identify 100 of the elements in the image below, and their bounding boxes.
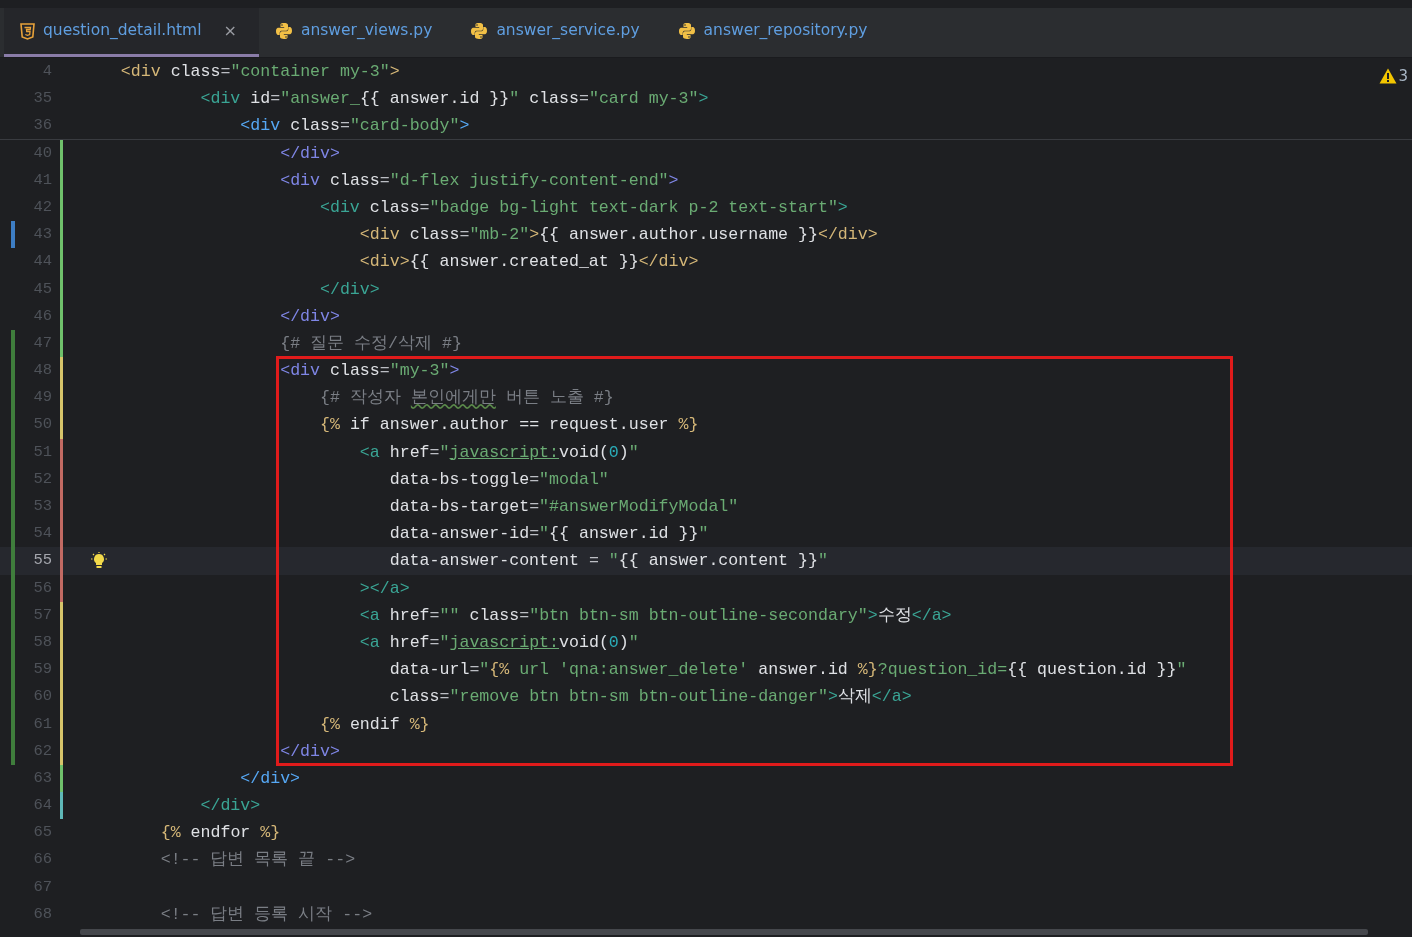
code-token: = [529,469,540,489]
code-token: = [459,225,470,245]
code-token: = [379,361,390,381]
code-token: {{ question.id }} [1007,660,1177,680]
code-token: <div [280,170,320,190]
code-token: 0 [608,632,619,652]
code-token: " [539,524,550,544]
code-token: "d-flex justify-content-end" [389,170,669,190]
code-token: href [389,632,430,652]
code-token: "my-3" [389,361,450,381]
code-token: href [389,442,430,462]
code-token: " [439,632,450,652]
code-token: class [170,62,221,81]
file-tab[interactable]: answer_repository.py [661,8,890,57]
code-token: {{ answer.id }} [359,89,510,109]
code-token: " [509,89,520,109]
code-token: = [579,89,589,109]
lightbulb-icon[interactable] [90,552,108,571]
code-token: {% [489,660,510,680]
code-token: = [529,524,540,544]
code-token: "mb-2" [469,225,530,245]
code-token: = [529,497,540,516]
code-token: > [389,62,400,81]
code-token: ></a> [359,578,410,598]
code-token: </a> [911,605,952,625]
code-token: data-bs-target [389,497,530,516]
code-token: "#answerModifyModal" [539,497,739,516]
code-token: = [519,605,530,625]
code-token: = [429,442,440,462]
horizontal-scrollbar[interactable] [80,929,1368,935]
close-icon[interactable]: × [223,19,237,43]
code-token: </div> [320,279,380,299]
code-token: class [389,687,440,707]
code-token: 삭제 [837,687,872,707]
code-token: </a> [871,687,912,707]
code-token: " [817,551,828,571]
warning-count[interactable]: 3 [1398,65,1408,88]
code-token: "" [439,605,460,625]
code-token: %} [678,415,699,435]
code-token: class [529,89,579,109]
code-token: class [469,605,520,625]
html-file-icon [20,22,35,40]
code-token: </div> [280,741,340,761]
code-token: <!-- 답변 등록 시작 --> [160,904,373,924]
code-token: > [827,687,838,707]
file-tab[interactable]: answer_service.py [454,8,662,57]
code-token: = [439,687,450,707]
code-token: <div [280,361,320,381]
code-token: </div> [280,306,340,326]
code-token: " [608,551,619,571]
code-token: {% [320,714,340,734]
code-token: 0 [608,442,619,462]
code-token: "remove btn btn-sm btn-outline-danger" [449,687,828,707]
code-token: = [379,170,390,190]
code-token: %} [260,823,281,843]
code-token: "card my-3" [588,89,699,109]
line-number: 55 [32,550,52,572]
code-token: <div [240,116,281,136]
code-token: " [439,442,450,462]
code-token: "card-body" [349,116,460,136]
code-token: > [837,197,848,217]
code-token: > [459,116,470,136]
file-tab[interactable]: question_detail.html × [4,8,259,57]
code-token: <div [200,89,241,109]
code-token: "badge bg-light text-dark p-2 text-start" [429,197,838,217]
code-token: = [429,605,440,625]
code-token: </div> [280,143,340,163]
code-token: = [469,660,480,680]
code-token: " [479,660,490,680]
code-token: {# 질문 수정/삭제 #} [280,333,462,353]
code-token: "answer_ [280,89,360,109]
code-token: endif [349,714,401,734]
code-token: <div [320,197,360,217]
code-token: {{ answer.id }} [549,524,699,544]
code-token: "btn btn-sm btn-outline-secondary" [529,605,868,625]
code-token: = [419,197,430,217]
code-token: class [330,361,380,381]
code-token: href [389,605,430,625]
code-token: data-answer-id [389,524,530,544]
warning-icon[interactable] [1379,68,1398,85]
code-token: answer.id [758,660,849,680]
code-token: > [698,89,709,109]
file-tab[interactable]: answer_views.py [258,8,455,57]
code-token: %} [409,714,430,734]
code-token: > [529,225,540,245]
code-token: class [369,197,420,217]
code-token: <a [359,632,380,652]
code-token: " [628,442,639,462]
code-token: void( [559,632,609,652]
code-token: data-answer-content [389,551,579,571]
code-token: <!-- 답변 목록 끝 --> [160,850,356,870]
code-token: class [330,170,380,190]
code-token: data-url [389,660,470,680]
code-token: {{ answer.author.username }} [539,225,818,245]
code-token: 본인에게만 [410,388,496,408]
code-token: 수정 [877,605,912,625]
code-token: ) [618,632,629,652]
code-token: {# 작성자 [320,388,402,408]
python-file-icon [677,22,696,40]
code-token: "container my-3" [230,62,390,81]
